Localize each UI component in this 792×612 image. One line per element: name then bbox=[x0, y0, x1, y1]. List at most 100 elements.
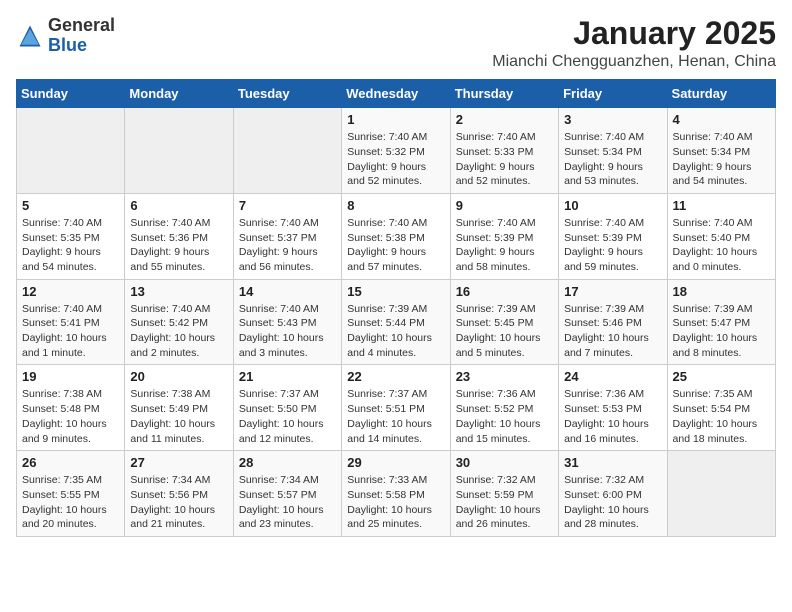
day-info: Sunrise: 7:39 AM Sunset: 5:45 PM Dayligh… bbox=[456, 302, 553, 361]
day-number: 6 bbox=[130, 198, 227, 213]
calendar-subtitle: Mianchi Chengguanzhen, Henan, China bbox=[492, 53, 776, 71]
week-row-5: 26 Sunrise: 7:35 AM Sunset: 5:55 PM Dayli… bbox=[17, 451, 776, 537]
week-row-3: 12Sunrise: 7:40 AM Sunset: 5:41 PM Dayli… bbox=[17, 279, 776, 365]
day-number: 2 bbox=[456, 112, 553, 127]
day-info: Sunrise: 7:38 AM Sunset: 5:49 PM Dayligh… bbox=[130, 387, 227, 446]
day-info: Sunrise: 7:40 AM Sunset: 5:38 PM Dayligh… bbox=[347, 216, 444, 275]
day-info: Sunrise: 7:39 AM Sunset: 5:44 PM Dayligh… bbox=[347, 302, 444, 361]
day-info: Sunrise: 7:40 AM Sunset: 5:40 PM Dayligh… bbox=[673, 216, 770, 275]
calendar-cell: 24 Sunrise: 7:36 AM Sunset: 5:53 PM Dayli… bbox=[559, 365, 667, 451]
calendar-cell: 8Sunrise: 7:40 AM Sunset: 5:38 PM Daylig… bbox=[342, 193, 450, 279]
header-row: SundayMondayTuesdayWednesdayThursdayFrid… bbox=[17, 80, 776, 108]
logo: General Blue bbox=[16, 16, 115, 56]
day-info: Sunrise: 7:32 AM Sunset: 5:59 PM Dayligh… bbox=[456, 473, 553, 532]
day-info: Sunrise: 7:40 AM Sunset: 5:36 PM Dayligh… bbox=[130, 216, 227, 275]
day-number: 22 bbox=[347, 369, 444, 384]
day-number: 13 bbox=[130, 284, 227, 299]
day-info: Sunrise: 7:40 AM Sunset: 5:39 PM Dayligh… bbox=[456, 216, 553, 275]
calendar-cell: 17Sunrise: 7:39 AM Sunset: 5:46 PM Dayli… bbox=[559, 279, 667, 365]
day-info: Sunrise: 7:32 AM Sunset: 6:00 PM Dayligh… bbox=[564, 473, 661, 532]
day-number: 17 bbox=[564, 284, 661, 299]
day-info: Sunrise: 7:35 AM Sunset: 5:55 PM Dayligh… bbox=[22, 473, 119, 532]
calendar-cell: 22 Sunrise: 7:37 AM Sunset: 5:51 PM Dayli… bbox=[342, 365, 450, 451]
day-header-friday: Friday bbox=[559, 80, 667, 108]
day-number: 11 bbox=[673, 198, 770, 213]
day-info: Sunrise: 7:40 AM Sunset: 5:37 PM Dayligh… bbox=[239, 216, 336, 275]
calendar-cell: 19 Sunrise: 7:38 AM Sunset: 5:48 PM Dayli… bbox=[17, 365, 125, 451]
calendar-cell: 28Sunrise: 7:34 AM Sunset: 5:57 PM Dayli… bbox=[233, 451, 341, 537]
day-info: Sunrise: 7:35 AM Sunset: 5:54 PM Dayligh… bbox=[673, 387, 770, 446]
calendar-table: SundayMondayTuesdayWednesdayThursdayFrid… bbox=[16, 79, 776, 537]
calendar-cell: 13 Sunrise: 7:40 AM Sunset: 5:42 PM Dayli… bbox=[125, 279, 233, 365]
calendar-cell: 6 Sunrise: 7:40 AM Sunset: 5:36 PM Daylig… bbox=[125, 193, 233, 279]
calendar-cell: 14 Sunrise: 7:40 AM Sunset: 5:43 PM Dayli… bbox=[233, 279, 341, 365]
calendar-body: 1 Sunrise: 7:40 AM Sunset: 5:32 PM Daylig… bbox=[17, 108, 776, 537]
calendar-cell: 2 Sunrise: 7:40 AM Sunset: 5:33 PM Daylig… bbox=[450, 108, 558, 194]
day-info: Sunrise: 7:38 AM Sunset: 5:48 PM Dayligh… bbox=[22, 387, 119, 446]
day-number: 10 bbox=[564, 198, 661, 213]
day-header-sunday: Sunday bbox=[17, 80, 125, 108]
week-row-1: 1 Sunrise: 7:40 AM Sunset: 5:32 PM Daylig… bbox=[17, 108, 776, 194]
page-header: General Blue January 2025 Mianchi Chengg… bbox=[16, 16, 776, 71]
calendar-cell: 9 Sunrise: 7:40 AM Sunset: 5:39 PM Daylig… bbox=[450, 193, 558, 279]
calendar-cell: 31 Sunrise: 7:32 AM Sunset: 6:00 PM Dayli… bbox=[559, 451, 667, 537]
calendar-cell: 4 Sunrise: 7:40 AM Sunset: 5:34 PM Daylig… bbox=[667, 108, 775, 194]
day-number: 9 bbox=[456, 198, 553, 213]
calendar-cell: 21Sunrise: 7:37 AM Sunset: 5:50 PM Dayli… bbox=[233, 365, 341, 451]
day-number: 5 bbox=[22, 198, 119, 213]
day-number: 29 bbox=[347, 455, 444, 470]
calendar-cell: 30Sunrise: 7:32 AM Sunset: 5:59 PM Dayli… bbox=[450, 451, 558, 537]
day-number: 14 bbox=[239, 284, 336, 299]
day-info: Sunrise: 7:40 AM Sunset: 5:39 PM Dayligh… bbox=[564, 216, 661, 275]
calendar-title: January 2025 bbox=[492, 16, 776, 51]
day-info: Sunrise: 7:37 AM Sunset: 5:51 PM Dayligh… bbox=[347, 387, 444, 446]
day-number: 26 bbox=[22, 455, 119, 470]
calendar-cell bbox=[667, 451, 775, 537]
day-info: Sunrise: 7:33 AM Sunset: 5:58 PM Dayligh… bbox=[347, 473, 444, 532]
day-info: Sunrise: 7:40 AM Sunset: 5:43 PM Dayligh… bbox=[239, 302, 336, 361]
week-row-4: 19 Sunrise: 7:38 AM Sunset: 5:48 PM Dayli… bbox=[17, 365, 776, 451]
day-info: Sunrise: 7:40 AM Sunset: 5:34 PM Dayligh… bbox=[564, 130, 661, 189]
day-number: 7 bbox=[239, 198, 336, 213]
calendar-cell bbox=[17, 108, 125, 194]
logo-text: General Blue bbox=[48, 16, 115, 56]
title-section: January 2025 Mianchi Chengguanzhen, Hena… bbox=[492, 16, 776, 71]
calendar-cell: 11 Sunrise: 7:40 AM Sunset: 5:40 PM Dayli… bbox=[667, 193, 775, 279]
day-info: Sunrise: 7:36 AM Sunset: 5:53 PM Dayligh… bbox=[564, 387, 661, 446]
logo-icon bbox=[16, 22, 44, 50]
day-number: 16 bbox=[456, 284, 553, 299]
calendar-cell bbox=[125, 108, 233, 194]
calendar-header: SundayMondayTuesdayWednesdayThursdayFrid… bbox=[17, 80, 776, 108]
day-number: 31 bbox=[564, 455, 661, 470]
week-row-2: 5Sunrise: 7:40 AM Sunset: 5:35 PM Daylig… bbox=[17, 193, 776, 279]
calendar-cell: 27Sunrise: 7:34 AM Sunset: 5:56 PM Dayli… bbox=[125, 451, 233, 537]
calendar-cell: 15 Sunrise: 7:39 AM Sunset: 5:44 PM Dayli… bbox=[342, 279, 450, 365]
day-number: 4 bbox=[673, 112, 770, 127]
calendar-cell: 20 Sunrise: 7:38 AM Sunset: 5:49 PM Dayli… bbox=[125, 365, 233, 451]
day-number: 18 bbox=[673, 284, 770, 299]
day-number: 1 bbox=[347, 112, 444, 127]
day-header-monday: Monday bbox=[125, 80, 233, 108]
day-info: Sunrise: 7:40 AM Sunset: 5:41 PM Dayligh… bbox=[22, 302, 119, 361]
day-number: 19 bbox=[22, 369, 119, 384]
day-info: Sunrise: 7:40 AM Sunset: 5:33 PM Dayligh… bbox=[456, 130, 553, 189]
calendar-cell: 26 Sunrise: 7:35 AM Sunset: 5:55 PM Dayli… bbox=[17, 451, 125, 537]
day-info: Sunrise: 7:40 AM Sunset: 5:42 PM Dayligh… bbox=[130, 302, 227, 361]
day-number: 24 bbox=[564, 369, 661, 384]
day-header-thursday: Thursday bbox=[450, 80, 558, 108]
calendar-cell: 16 Sunrise: 7:39 AM Sunset: 5:45 PM Dayli… bbox=[450, 279, 558, 365]
calendar-cell: 3 Sunrise: 7:40 AM Sunset: 5:34 PM Daylig… bbox=[559, 108, 667, 194]
day-info: Sunrise: 7:34 AM Sunset: 5:57 PM Dayligh… bbox=[239, 473, 336, 532]
calendar-cell: 25Sunrise: 7:35 AM Sunset: 5:54 PM Dayli… bbox=[667, 365, 775, 451]
calendar-cell: 18 Sunrise: 7:39 AM Sunset: 5:47 PM Dayli… bbox=[667, 279, 775, 365]
calendar-cell: 12Sunrise: 7:40 AM Sunset: 5:41 PM Dayli… bbox=[17, 279, 125, 365]
day-header-saturday: Saturday bbox=[667, 80, 775, 108]
day-number: 20 bbox=[130, 369, 227, 384]
calendar-cell: 1 Sunrise: 7:40 AM Sunset: 5:32 PM Daylig… bbox=[342, 108, 450, 194]
day-info: Sunrise: 7:40 AM Sunset: 5:32 PM Dayligh… bbox=[347, 130, 444, 189]
day-number: 3 bbox=[564, 112, 661, 127]
day-info: Sunrise: 7:40 AM Sunset: 5:34 PM Dayligh… bbox=[673, 130, 770, 189]
day-info: Sunrise: 7:36 AM Sunset: 5:52 PM Dayligh… bbox=[456, 387, 553, 446]
day-info: Sunrise: 7:39 AM Sunset: 5:47 PM Dayligh… bbox=[673, 302, 770, 361]
day-number: 15 bbox=[347, 284, 444, 299]
